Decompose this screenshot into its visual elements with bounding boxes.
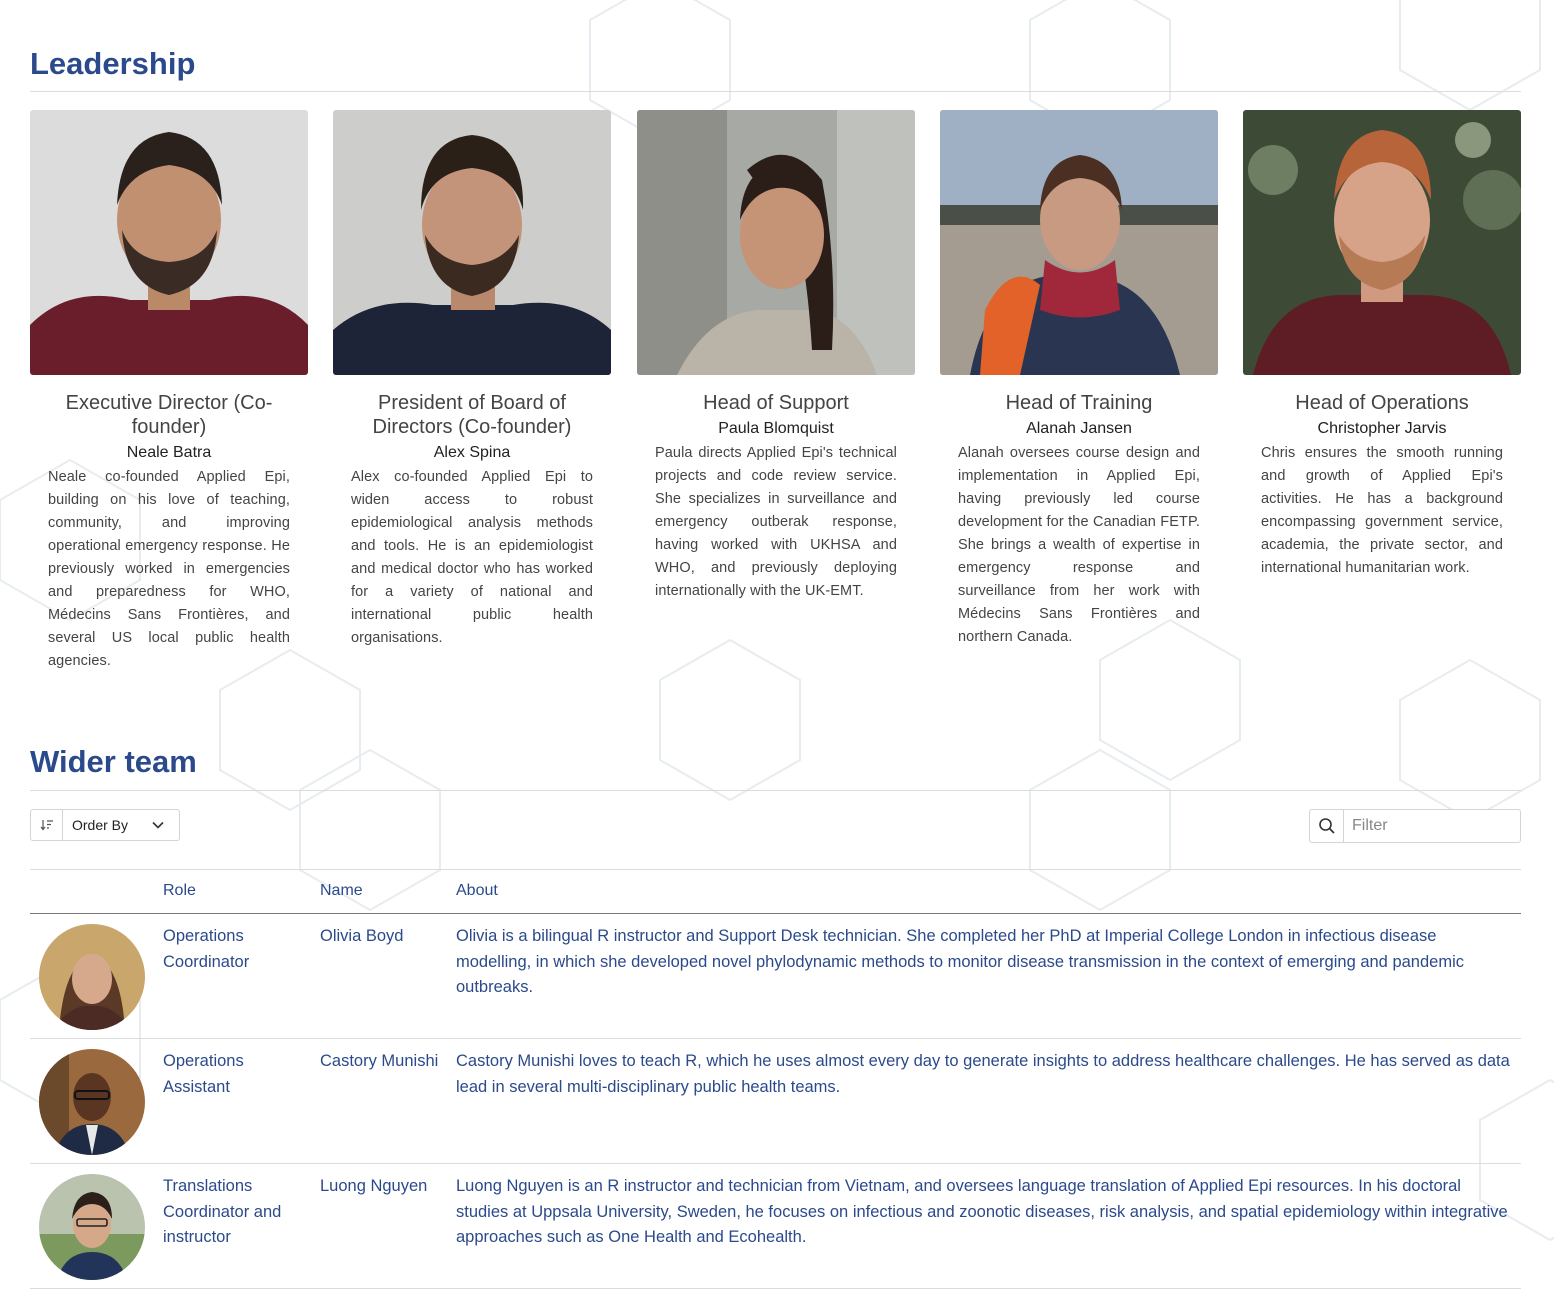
leader-bio: Alanah oversees course design and implem…	[958, 445, 1200, 645]
filter-search	[1309, 809, 1521, 843]
leader-name: Christopher Jarvis	[1317, 420, 1447, 437]
row-about: Luong Nguyen is an R instructor and tech…	[456, 1177, 1508, 1246]
leader-bio: Neale co-founded Applied Epi, building o…	[48, 469, 290, 669]
leader-name: Neale Batra	[126, 444, 212, 461]
row-divider	[30, 1288, 1521, 1289]
row-about: Olivia is a bilingual R instructor and S…	[456, 927, 1464, 996]
chevron-down-icon	[151, 818, 165, 837]
filter-input[interactable]	[1344, 810, 1514, 842]
sort-icon	[31, 810, 63, 840]
leader-role: Executive Director (Co-founder)	[65, 392, 273, 438]
leader-bio: Chris ensures the smooth running and gro…	[1261, 445, 1503, 576]
leadership-heading: Leadership	[30, 46, 196, 81]
leader-name: Alex Spina	[433, 444, 511, 461]
row-about: Castory Munishi loves to teach R, which …	[456, 1052, 1510, 1096]
table-row: Operations Assistant Castory Munishi Cas…	[30, 1039, 1521, 1164]
column-header-role[interactable]: Role	[163, 882, 196, 900]
leader-role: Head of Training	[1005, 392, 1153, 414]
row-role: Operations Coordinator	[163, 927, 250, 971]
leader-name: Paula Blomquist	[718, 420, 834, 437]
row-name: Luong Nguyen	[320, 1177, 428, 1195]
divider	[30, 91, 1521, 92]
leader-photo	[1243, 110, 1521, 375]
row-name: Olivia Boyd	[320, 927, 404, 945]
wider-team-heading: Wider team	[30, 744, 197, 779]
leader-card: President of Board of Directors (Co-foun…	[333, 110, 611, 650]
leader-card: Executive Director (Co-founder) Neale Ba…	[30, 110, 308, 673]
column-header-name[interactable]: Name	[320, 882, 363, 900]
leader-bio: Paula directs Applied Epi's technical pr…	[655, 445, 897, 599]
column-header-about[interactable]: About	[456, 882, 498, 900]
table-top-rule	[30, 869, 1521, 870]
leader-card: Head of Operations Christopher Jarvis Ch…	[1243, 110, 1521, 580]
row-role: Translations Coordinator and instructor	[163, 1177, 282, 1246]
leader-role: Head of Operations	[1295, 392, 1469, 414]
order-by-dropdown[interactable]: Order By	[30, 809, 180, 841]
table-row: Translations Coordinator and instructor …	[30, 1164, 1521, 1289]
row-name: Castory Munishi	[320, 1052, 439, 1070]
leader-photo	[637, 110, 915, 375]
table-row: Operations Coordinator Olivia Boyd Olivi…	[30, 914, 1521, 1039]
leader-role: President of Board of Directors (Co-foun…	[372, 392, 572, 438]
leader-photo	[333, 110, 611, 375]
leader-photo	[940, 110, 1218, 375]
avatar	[39, 1174, 145, 1280]
leader-card: Head of Training Alanah Jansen Alanah ov…	[940, 110, 1218, 649]
leader-card: Head of Support Paula Blomquist Paula di…	[637, 110, 915, 603]
avatar	[39, 924, 145, 1030]
leader-photo	[30, 110, 308, 375]
leader-role: Head of Support	[703, 392, 849, 414]
row-role: Operations Assistant	[163, 1052, 244, 1096]
leader-name: Alanah Jansen	[1026, 420, 1132, 437]
avatar	[39, 1049, 145, 1155]
leader-bio: Alex co-founded Applied Epi to widen acc…	[351, 469, 593, 646]
search-icon[interactable]	[1310, 810, 1344, 842]
divider	[30, 790, 1521, 791]
order-by-label: Order By	[72, 817, 129, 833]
